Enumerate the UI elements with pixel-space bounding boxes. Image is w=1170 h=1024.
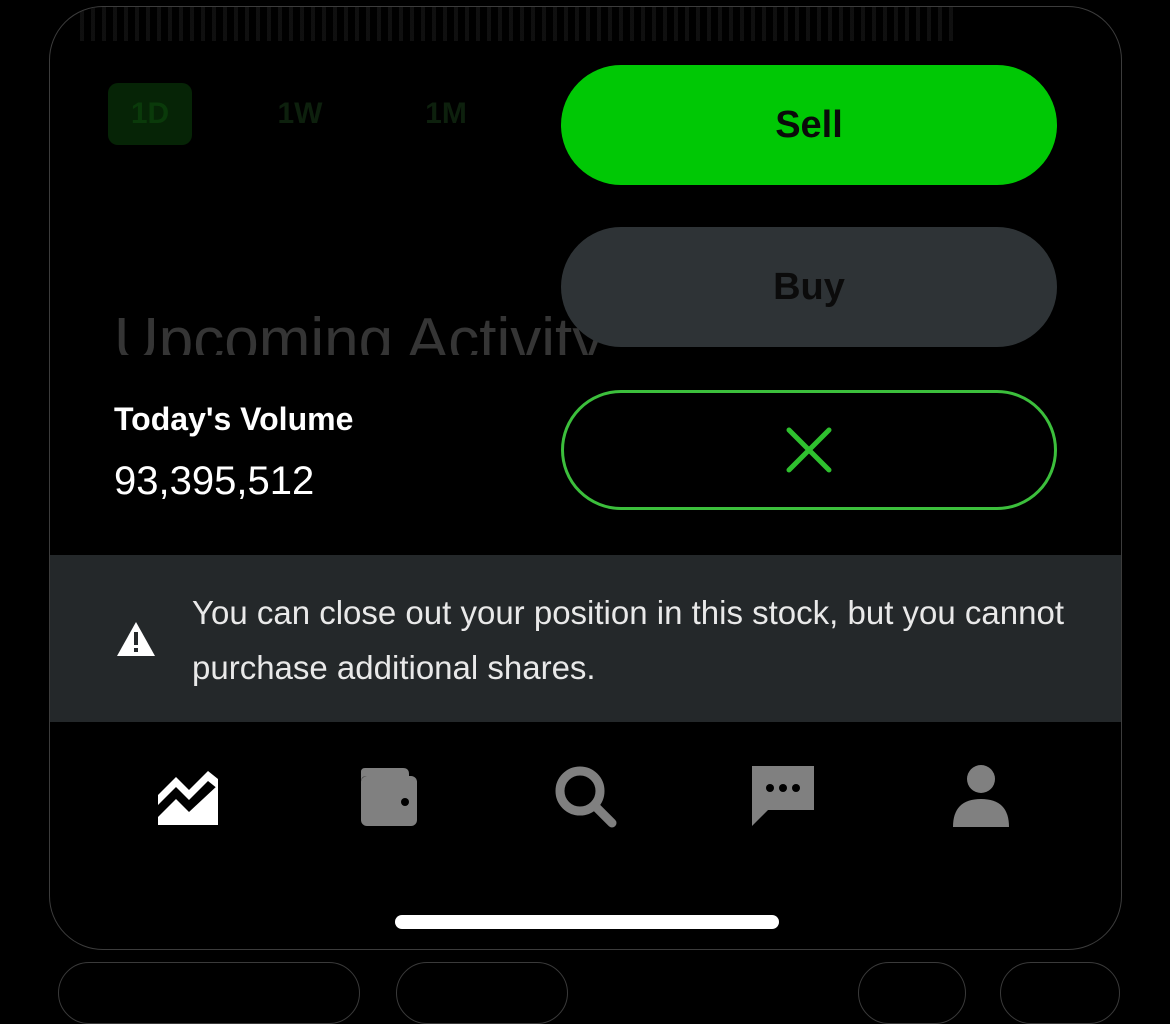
wallet-icon xyxy=(361,768,417,826)
background-card-edge xyxy=(396,962,568,1024)
sell-button-label: Sell xyxy=(775,103,843,146)
phone-screen: 1D 1W 1M Upcoming Activity Today's Volum… xyxy=(49,6,1122,950)
range-1m[interactable]: 1M xyxy=(404,83,488,145)
volume-value: 93,395,512 xyxy=(114,459,315,503)
buy-button[interactable]: Buy xyxy=(561,227,1057,347)
upcoming-activity-heading: Upcoming Activity xyxy=(114,306,604,355)
nav-messages[interactable] xyxy=(748,759,818,833)
close-actions-button[interactable] xyxy=(561,390,1057,510)
nav-wallet[interactable] xyxy=(352,759,422,833)
warning-icon xyxy=(117,622,155,656)
background-card-edge xyxy=(58,962,360,1024)
sell-button[interactable]: Sell xyxy=(561,65,1057,185)
close-icon xyxy=(786,427,832,473)
nav-search[interactable] xyxy=(550,759,620,833)
volume-label: Today's Volume xyxy=(114,401,354,437)
range-1d[interactable]: 1D xyxy=(108,83,192,145)
bottom-navigation xyxy=(50,759,1121,839)
nav-investing[interactable] xyxy=(154,759,224,833)
banner-text: You can close out your position in this … xyxy=(192,594,1064,686)
messages-icon xyxy=(752,766,814,826)
search-icon xyxy=(555,766,617,828)
restriction-banner: You can close out your position in this … xyxy=(50,555,1121,722)
account-icon xyxy=(953,765,1009,827)
background-card-edge xyxy=(1000,962,1120,1024)
dimmed-chart-ticks xyxy=(80,7,960,41)
home-indicator[interactable] xyxy=(395,915,779,929)
range-1w[interactable]: 1W xyxy=(258,83,342,145)
buy-button-label: Buy xyxy=(773,265,845,308)
nav-account[interactable] xyxy=(946,759,1016,833)
background-card-edge xyxy=(858,962,966,1024)
investing-chart-icon xyxy=(158,771,218,825)
